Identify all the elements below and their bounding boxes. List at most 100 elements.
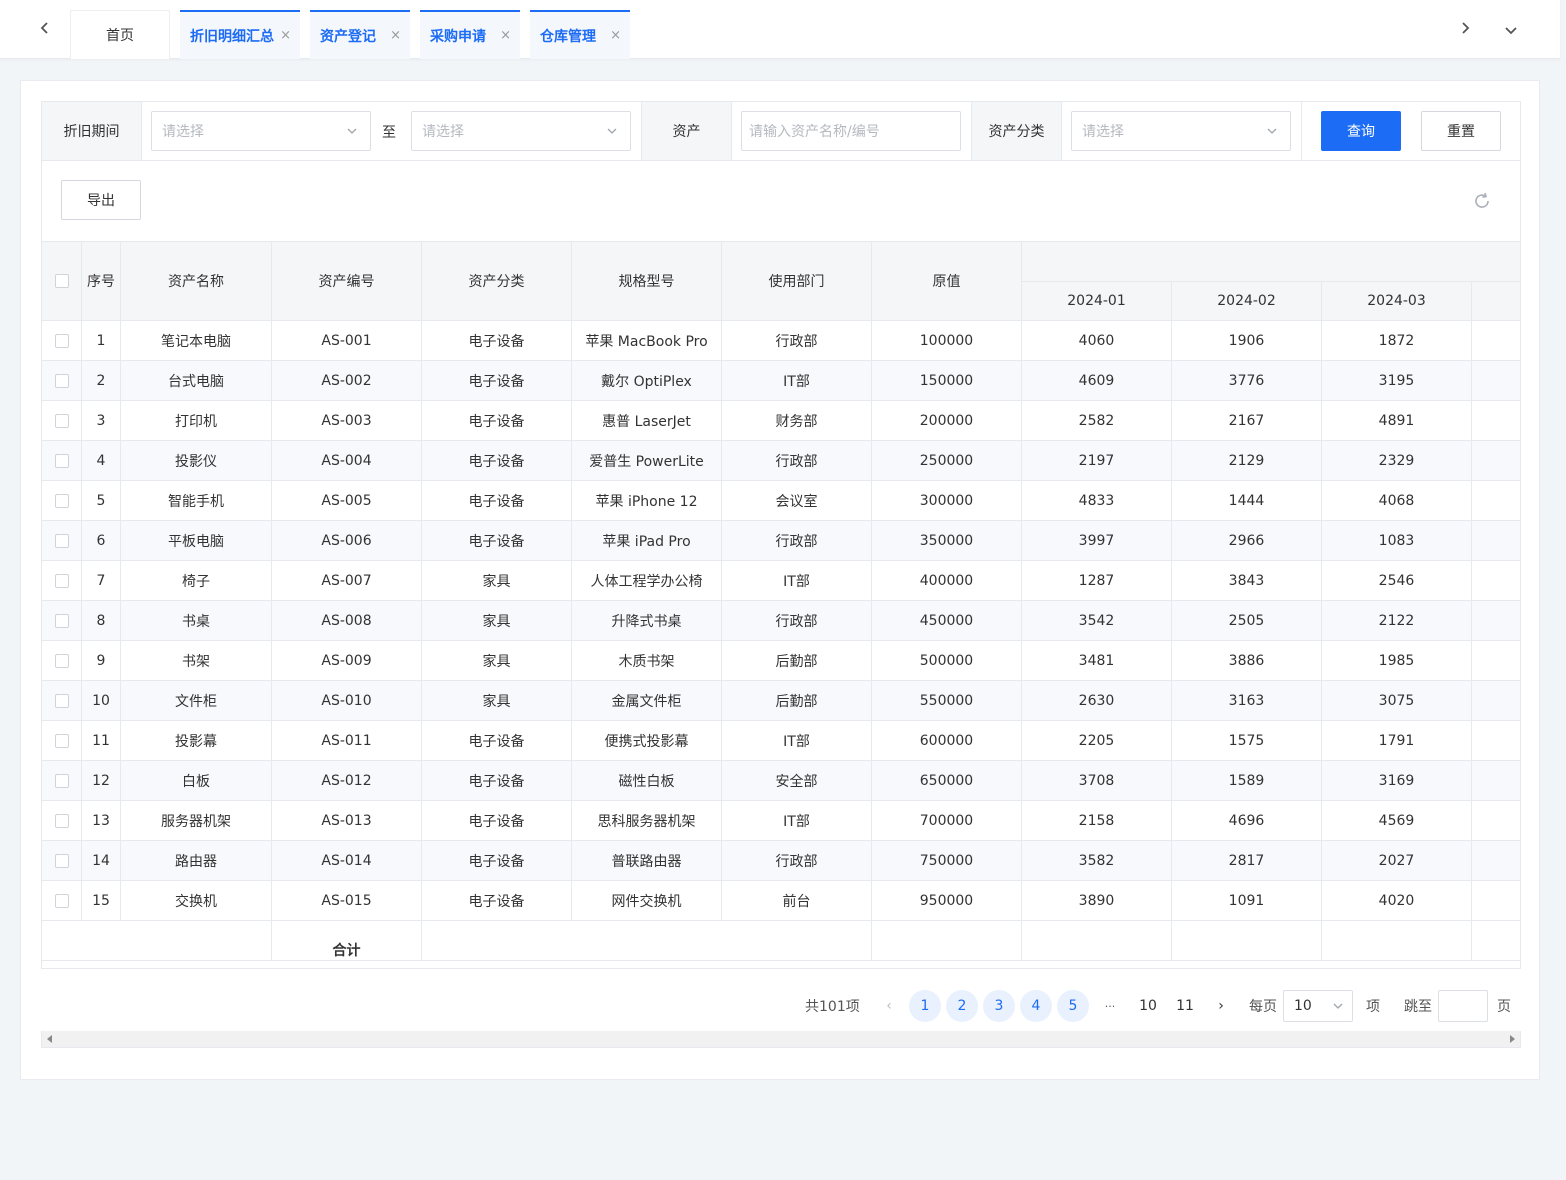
cell-month-depreciation: 2546 [1322, 561, 1472, 601]
header-month [1472, 282, 1520, 321]
row-select-cell [42, 761, 82, 801]
cell-department: 会议室 [722, 481, 872, 521]
close-icon[interactable]: × [610, 29, 621, 42]
cell-asset-category: 家具 [422, 601, 572, 641]
tab-asset-registration[interactable]: 资产登记 × [310, 10, 410, 59]
header-month: 2024-02 [1172, 282, 1322, 321]
prev-page-button[interactable]: ‹ [882, 990, 896, 1022]
cell-month-depreciation [1472, 841, 1520, 881]
cell-month-depreciation [1472, 441, 1520, 481]
query-button[interactable]: 查询 [1321, 111, 1401, 151]
tab-home-label: 首页 [106, 28, 134, 44]
tab-warehouse-management[interactable]: 仓库管理 × [530, 10, 630, 59]
per-page-select[interactable]: 10 [1283, 990, 1353, 1022]
row-checkbox[interactable] [54, 573, 69, 588]
cell-month-depreciation [1472, 321, 1520, 361]
refresh-icon[interactable] [1472, 191, 1492, 211]
page-10[interactable]: 10 [1132, 990, 1164, 1022]
cell-month-depreciation: 4020 [1322, 881, 1472, 921]
next-page-button[interactable]: › [1214, 990, 1228, 1022]
cell-month-depreciation [1472, 361, 1520, 401]
cell-month-depreciation [1472, 481, 1520, 521]
reset-button[interactable]: 重置 [1421, 111, 1501, 151]
row-checkbox[interactable] [54, 373, 69, 388]
period-start-select[interactable]: 请选择 [151, 111, 371, 151]
row-checkbox[interactable] [54, 813, 69, 828]
close-icon[interactable]: × [280, 29, 291, 42]
page-5[interactable]: 5 [1057, 990, 1089, 1022]
tab-scroll-left-icon[interactable] [33, 16, 57, 40]
row-checkbox[interactable] [54, 893, 69, 908]
cell-asset-category: 电子设备 [422, 481, 572, 521]
cell-no: 7 [82, 561, 121, 601]
row-checkbox[interactable] [54, 333, 69, 348]
cell-month-depreciation: 2129 [1172, 441, 1322, 481]
cell-month-depreciation [1472, 601, 1520, 641]
page-4[interactable]: 4 [1020, 990, 1052, 1022]
cell-no: 11 [82, 721, 121, 761]
row-checkbox[interactable] [54, 493, 69, 508]
cell-month-depreciation: 2205 [1022, 721, 1172, 761]
tab-menu-chevron-down-icon[interactable] [1499, 18, 1523, 42]
cell-model: 苹果 iPad Pro [572, 521, 722, 561]
cell-month-depreciation: 2582 [1022, 401, 1172, 441]
row-checkbox[interactable] [54, 613, 69, 628]
close-icon[interactable]: × [390, 29, 401, 42]
tab-home[interactable]: 首页 [70, 10, 170, 59]
page-3[interactable]: 3 [983, 990, 1015, 1022]
row-checkbox[interactable] [54, 653, 69, 668]
tab-purchase-request[interactable]: 采购申请 × [420, 10, 520, 59]
summary-cell [1022, 921, 1172, 961]
scroll-right-arrow-icon[interactable] [1508, 1035, 1516, 1043]
cell-model: 升降式书桌 [572, 601, 722, 641]
cell-asset-code: AS-015 [272, 881, 422, 921]
asset-search-input[interactable]: 请输入资产名称/编号 [741, 111, 961, 151]
row-checkbox[interactable] [54, 733, 69, 748]
page-2[interactable]: 2 [946, 990, 978, 1022]
page-11[interactable]: 11 [1169, 990, 1201, 1022]
select-all-checkbox[interactable] [54, 274, 69, 288]
category-select[interactable]: 请选择 [1071, 111, 1291, 151]
cell-department: 后勤部 [722, 641, 872, 681]
scroll-left-arrow-icon[interactable] [46, 1035, 54, 1043]
cell-month-depreciation: 4891 [1322, 401, 1472, 441]
tab-label: 折旧明细汇总 [190, 28, 274, 45]
cell-model: 金属文件柜 [572, 681, 722, 721]
tab-depreciation-summary[interactable]: 折旧明细汇总 × [180, 10, 300, 59]
cell-month-depreciation: 1575 [1172, 721, 1322, 761]
period-end-select[interactable]: 请选择 [411, 111, 631, 151]
row-checkbox[interactable] [54, 853, 69, 868]
row-checkbox[interactable] [54, 693, 69, 708]
cell-asset-code: AS-001 [272, 321, 422, 361]
cell-month-depreciation: 4696 [1172, 801, 1322, 841]
cell-department: IT部 [722, 721, 872, 761]
horizontal-scrollbar[interactable] [41, 1031, 1521, 1048]
row-select-cell [42, 841, 82, 881]
cell-asset-name: 台式电脑 [121, 361, 272, 401]
cell-no: 5 [82, 481, 121, 521]
cell-department: 安全部 [722, 761, 872, 801]
pages-ellipsis[interactable]: ··· [1100, 990, 1120, 1022]
row-select-cell [42, 801, 82, 841]
close-icon[interactable]: × [500, 29, 511, 42]
cell-asset-category: 电子设备 [422, 841, 572, 881]
row-checkbox[interactable] [54, 533, 69, 548]
cell-asset-code: AS-013 [272, 801, 422, 841]
period-end-placeholder: 请选择 [422, 124, 464, 140]
cell-month-depreciation: 3776 [1172, 361, 1322, 401]
export-button[interactable]: 导出 [61, 180, 141, 220]
cell-department: 前台 [722, 881, 872, 921]
jump-page-input[interactable] [1438, 990, 1488, 1022]
tab-scroll-right-icon[interactable] [1453, 16, 1477, 40]
row-checkbox[interactable] [54, 773, 69, 788]
row-checkbox[interactable] [54, 453, 69, 468]
cell-month-depreciation [1472, 801, 1520, 841]
row-select-cell [42, 441, 82, 481]
page-1[interactable]: 1 [909, 990, 941, 1022]
cell-department: IT部 [722, 561, 872, 601]
row-select-cell [42, 481, 82, 521]
row-select-cell [42, 401, 82, 441]
row-checkbox[interactable] [54, 413, 69, 428]
cell-original-value: 750000 [872, 841, 1022, 881]
header-month-group [1022, 242, 1520, 282]
